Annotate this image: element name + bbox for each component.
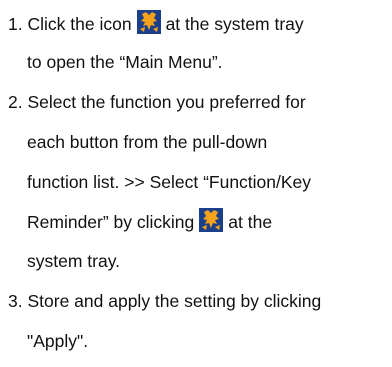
step-2-text: Select the function you preferred for — [27, 92, 306, 112]
step-1-text-before-icon: Click the icon — [27, 14, 132, 34]
step-2-line-4: Reminder” by clicking at the — [27, 208, 273, 234]
step-3-line-1: 3. Store and apply the setting by clicki… — [8, 290, 321, 312]
step-1-text-after-icon: at the system tray — [165, 14, 304, 34]
step-1-number: 1. — [8, 14, 23, 34]
system-tray-app-icon — [136, 10, 161, 34]
step-2-line-5: system tray. — [27, 251, 121, 271]
system-tray-app-icon — [199, 208, 224, 232]
step-2-text-before-icon: Reminder” by clicking — [27, 212, 195, 232]
step-1-line-2: to open the “Main Menu”. — [27, 52, 223, 72]
step-2-text-after-icon: at the — [228, 212, 273, 232]
step-3-line-2: "Apply". — [27, 331, 89, 351]
step-3-number: 3. — [8, 291, 23, 311]
step-2-line-3: function list. >> Select “Function/Key — [27, 172, 312, 192]
step-3-text: Store and apply the setting by clicking — [27, 291, 322, 311]
step-2-line-1: 2. Select the function you preferred for — [8, 91, 306, 113]
step-2-number: 2. — [8, 92, 23, 112]
step-1-line-1: 1. Click the icon at the system tray — [8, 10, 304, 36]
step-2-line-2: each button from the pull-down — [27, 132, 268, 152]
